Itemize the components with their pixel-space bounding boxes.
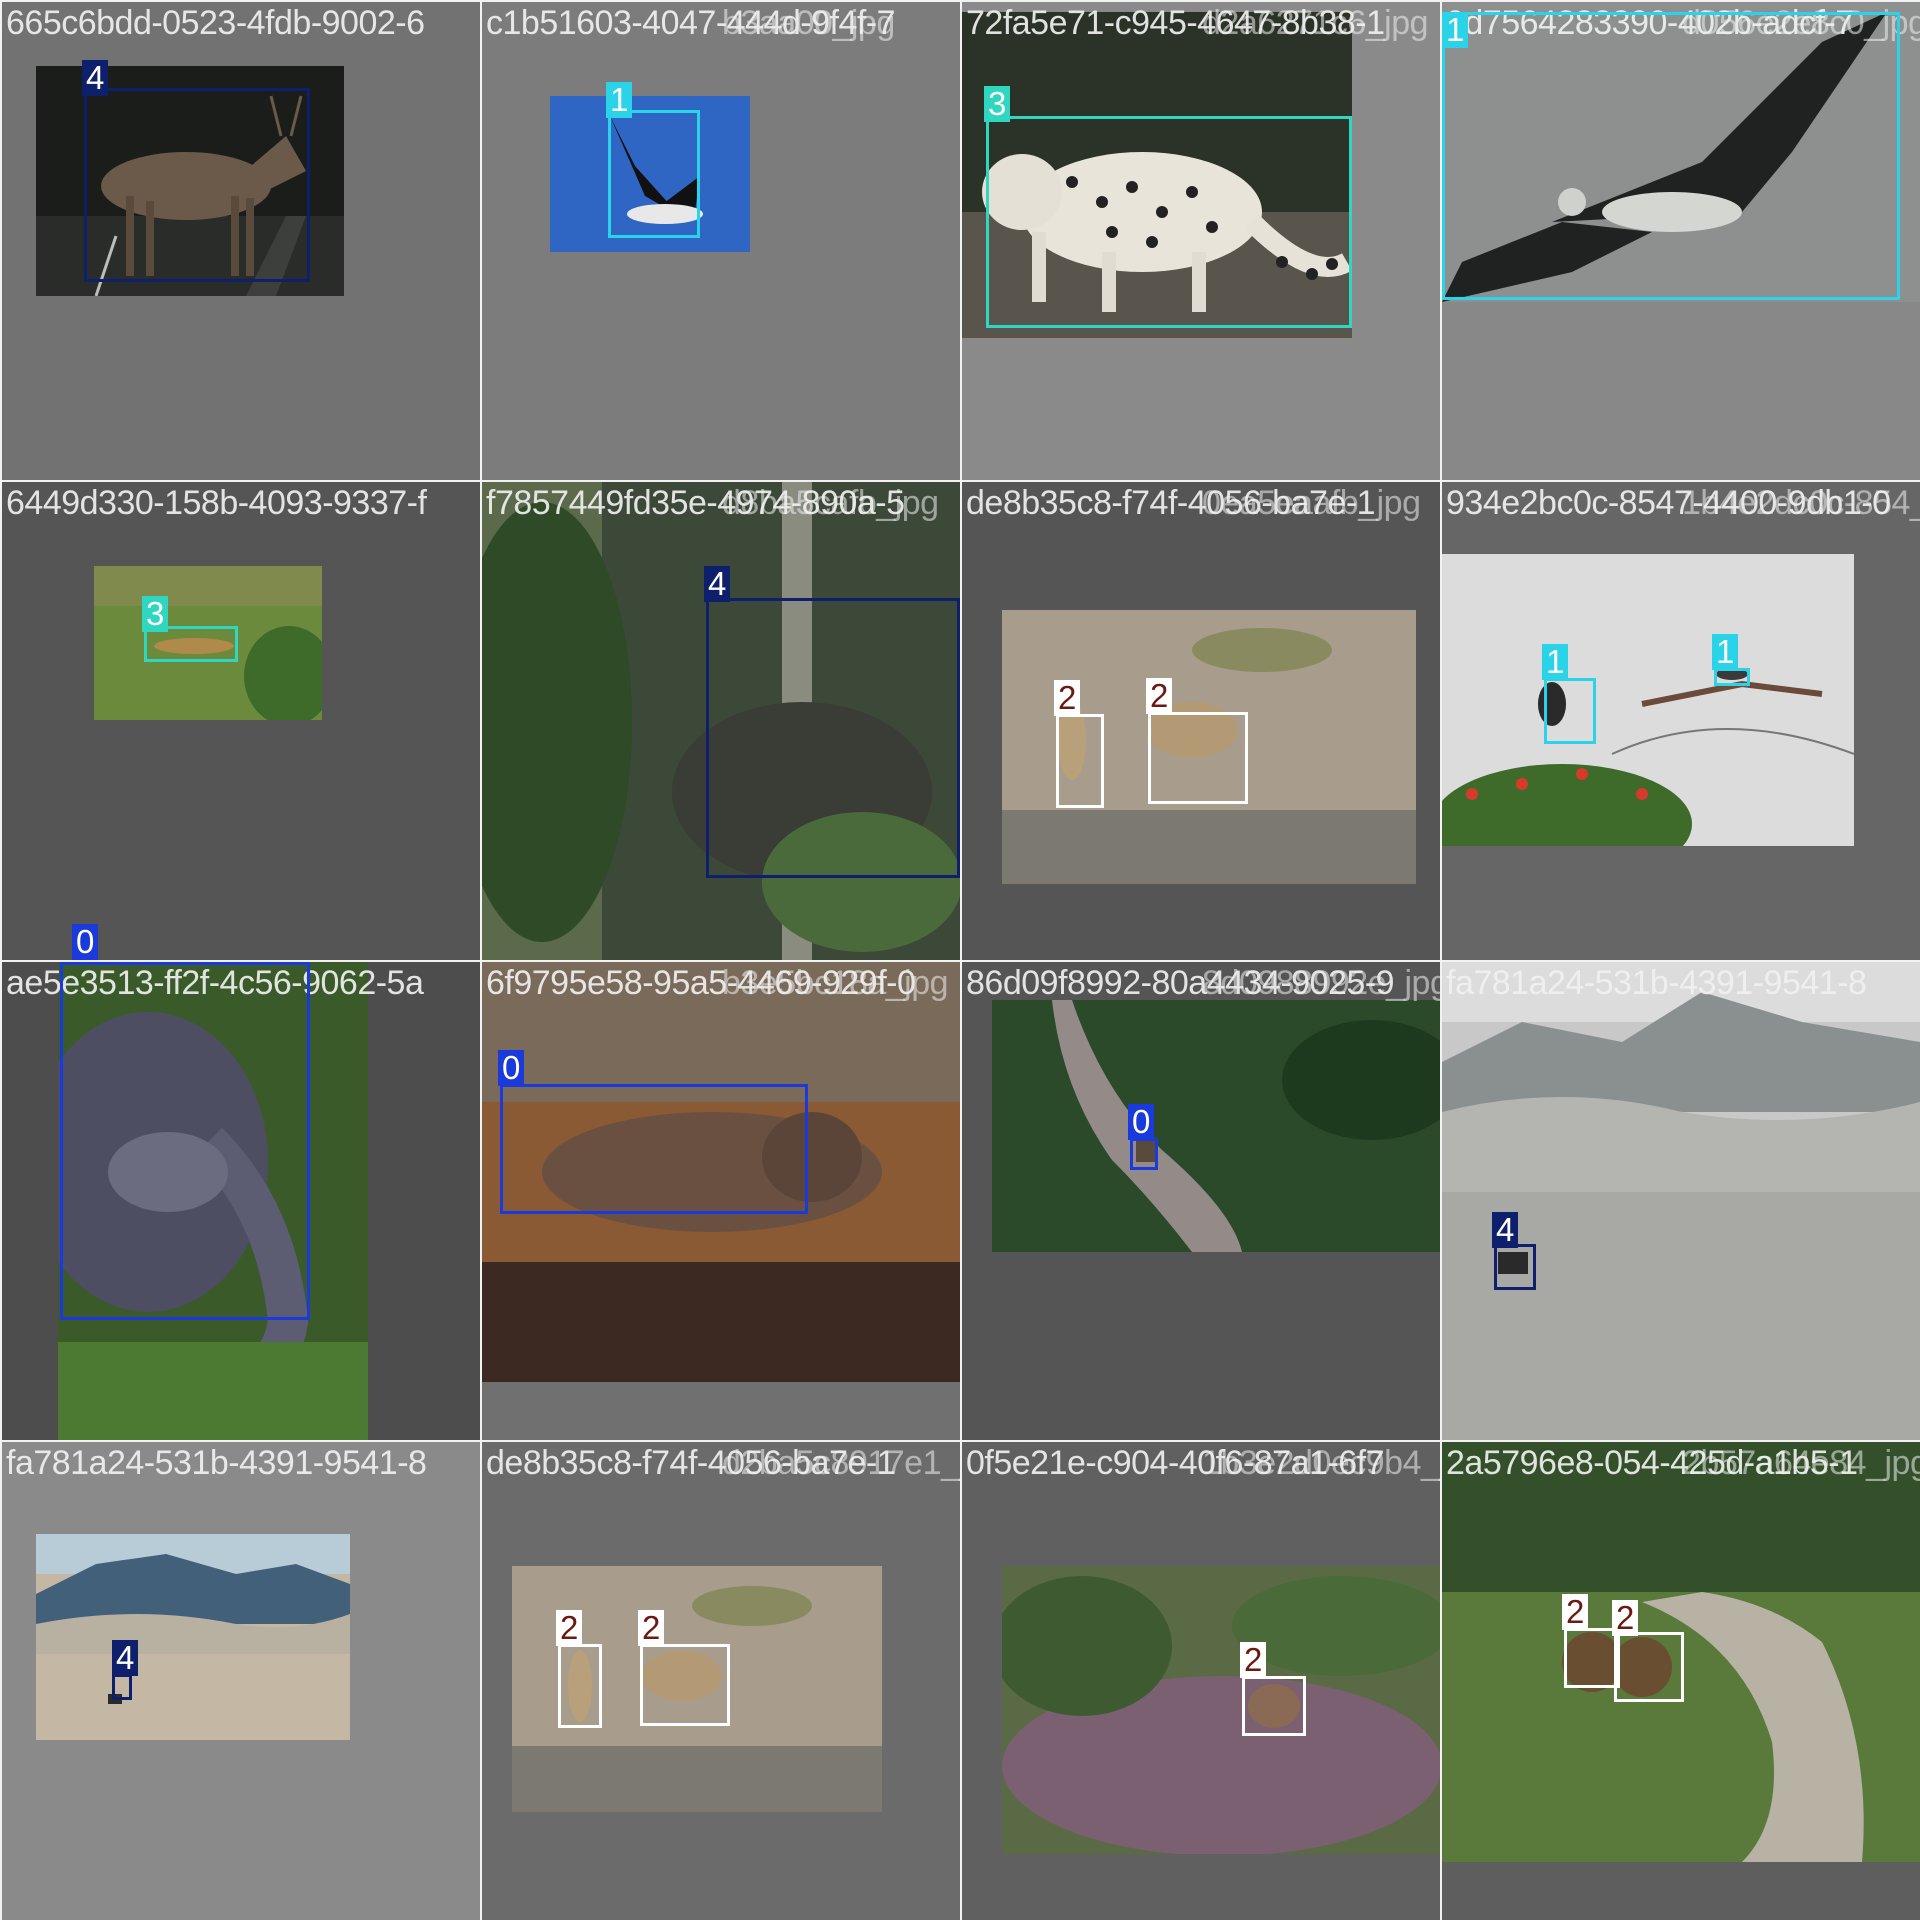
bounding-box <box>84 88 310 282</box>
class-label: 1 <box>606 82 633 118</box>
class-label: 4 <box>82 60 109 96</box>
photo-lion-bush <box>1002 1566 1440 1854</box>
bounding-box <box>500 1084 808 1214</box>
class-label: 2 <box>1240 1642 1267 1678</box>
filename-label: 6449d330-158b-4093-9337-f <box>6 484 427 522</box>
filename-label: 934e2bc0c-8547-4400-9db1-0 <box>1446 484 1891 522</box>
class-label: 3 <box>984 86 1011 122</box>
tile-4: 9d7564283390-402b-adcf-7 d056e2e8c0_jpg … <box>1442 2 1920 480</box>
class-label: 0 <box>1128 1104 1155 1140</box>
bounding-box <box>706 598 960 878</box>
bounding-box <box>1442 12 1900 300</box>
tile-15: 0f5e21e-c904-40f6-87a1-6f7 1b3e2d0ec9b4_… <box>962 1442 1440 1920</box>
filename-overlap: d2ba5c8917e1_jpg <box>722 1444 960 1482</box>
filename-label: fa781a24-531b-4391-9541-8 <box>6 1444 427 1482</box>
photo-bison-hills-small <box>36 1534 350 1740</box>
filename-label: 0f5e21e-c904-40f6-87a1-6f7 <box>966 1444 1385 1482</box>
bounding-box <box>1242 1676 1306 1736</box>
class-label: 0 <box>72 924 99 960</box>
tile-2: c1b51603-4047-444d-9f4f-7 b3aa00_jpg 1 <box>482 2 960 480</box>
tile-7: de8b35c8-f74f-4056-ba7e-1 0ea5eaafb_jpg … <box>962 482 1440 960</box>
mosaic-grid: 665c6bdd-0523-4fdb-9002-6 4 c1b51603-404… <box>0 0 1920 1920</box>
class-label: 2 <box>1146 678 1173 714</box>
bounding-box <box>1056 714 1104 808</box>
tile-3: 72fa5e71-c945-4647-8b38-1 d2a6271c6_jpg … <box>962 2 1440 480</box>
bounding-box <box>1564 1628 1620 1688</box>
photo-eagles-tower <box>1442 554 1854 846</box>
tile-12: fa781a24-531b-4391-9541-8 4 <box>1442 962 1920 1440</box>
class-label: 2 <box>638 1610 665 1646</box>
tile-11: 86d09f8992-80a4434-9025-9 8d0988992e_jpg… <box>962 962 1440 1440</box>
class-label: 0 <box>498 1050 525 1086</box>
filename-overlap: 1b4e2dc0c-854_jpg <box>1682 484 1920 522</box>
tile-8: 934e2bc0c-8547-4400-9db1-0 1b4e2dc0c-854… <box>1442 482 1920 960</box>
class-label: 2 <box>1054 680 1081 716</box>
tile-13: fa781a24-531b-4391-9541-8 4 <box>2 1442 480 1920</box>
class-label: 4 <box>112 1640 139 1676</box>
tile-10: 6f9795e58-95a5-4469-929f-0 b3e5bc18a_jpg… <box>482 962 960 1440</box>
class-label: 3 <box>142 596 169 632</box>
bounding-box <box>1714 668 1750 686</box>
bounding-box <box>1148 712 1248 804</box>
filename-label: de8b35c8-f74f-4056-ba7e-1 <box>966 484 1376 522</box>
filename-label: c1b51603-4047-444d-9f4f-7 <box>486 4 896 42</box>
filename-label: 86d09f8992-80a4434-9025-9 <box>966 964 1395 1002</box>
tile-14: de8b35c8-f74f-4056-ba7e-1 d2ba5c8917e1_j… <box>482 1442 960 1920</box>
tile-9: ae5e3513-ff2f-4c56-9062-5a <box>2 962 480 1440</box>
bounding-box <box>1614 1632 1684 1702</box>
tile-6: f7857449fd35e-4974-890a-5 d8ba5cafb_jpg … <box>482 482 960 960</box>
bounding-box <box>558 1644 602 1728</box>
filename-overlap: 0ea5eaafb_jpg <box>1202 484 1421 522</box>
bounding-box <box>608 110 700 238</box>
filename-label: de8b35c8-f74f-4056-ba7e-1 <box>486 1444 896 1482</box>
filename-overlap: b3aa00_jpg <box>722 4 895 42</box>
class-label: 2 <box>1612 1600 1639 1636</box>
photo-bison-hills <box>1442 962 1920 1440</box>
class-label: 2 <box>1562 1594 1589 1630</box>
class-label: 1 <box>1542 644 1569 680</box>
photo-elephant-road <box>992 1000 1440 1252</box>
class-label: 4 <box>704 566 731 602</box>
bounding-box <box>640 1644 730 1726</box>
bounding-box <box>1130 1138 1158 1170</box>
filename-label: 665c6bdd-0523-4fdb-9002-6 <box>6 4 425 42</box>
bounding-box <box>1494 1244 1536 1290</box>
tile-16: 2a5796e8-054-425d-a1b5-1 2b57a64e84_jpg … <box>1442 1442 1920 1920</box>
bounding-box <box>60 962 310 1320</box>
filename-overlap: 8d0988992e_jpg <box>1202 964 1440 1002</box>
tile-1: 665c6bdd-0523-4fdb-9002-6 4 <box>2 2 480 480</box>
class-label: 1 <box>1712 634 1739 670</box>
bounding-box <box>112 1674 132 1700</box>
class-label: 2 <box>556 1610 583 1646</box>
bounding-box <box>1544 678 1596 744</box>
tile-5: 6449d330-158b-4093-9337-f 3 <box>2 482 480 960</box>
bounding-box <box>986 116 1352 328</box>
filename-overlap: 1b3e2d0ec9b4_jpg <box>1202 1444 1440 1482</box>
class-label: 1 <box>1442 12 1469 48</box>
class-label: 4 <box>1492 1212 1519 1248</box>
